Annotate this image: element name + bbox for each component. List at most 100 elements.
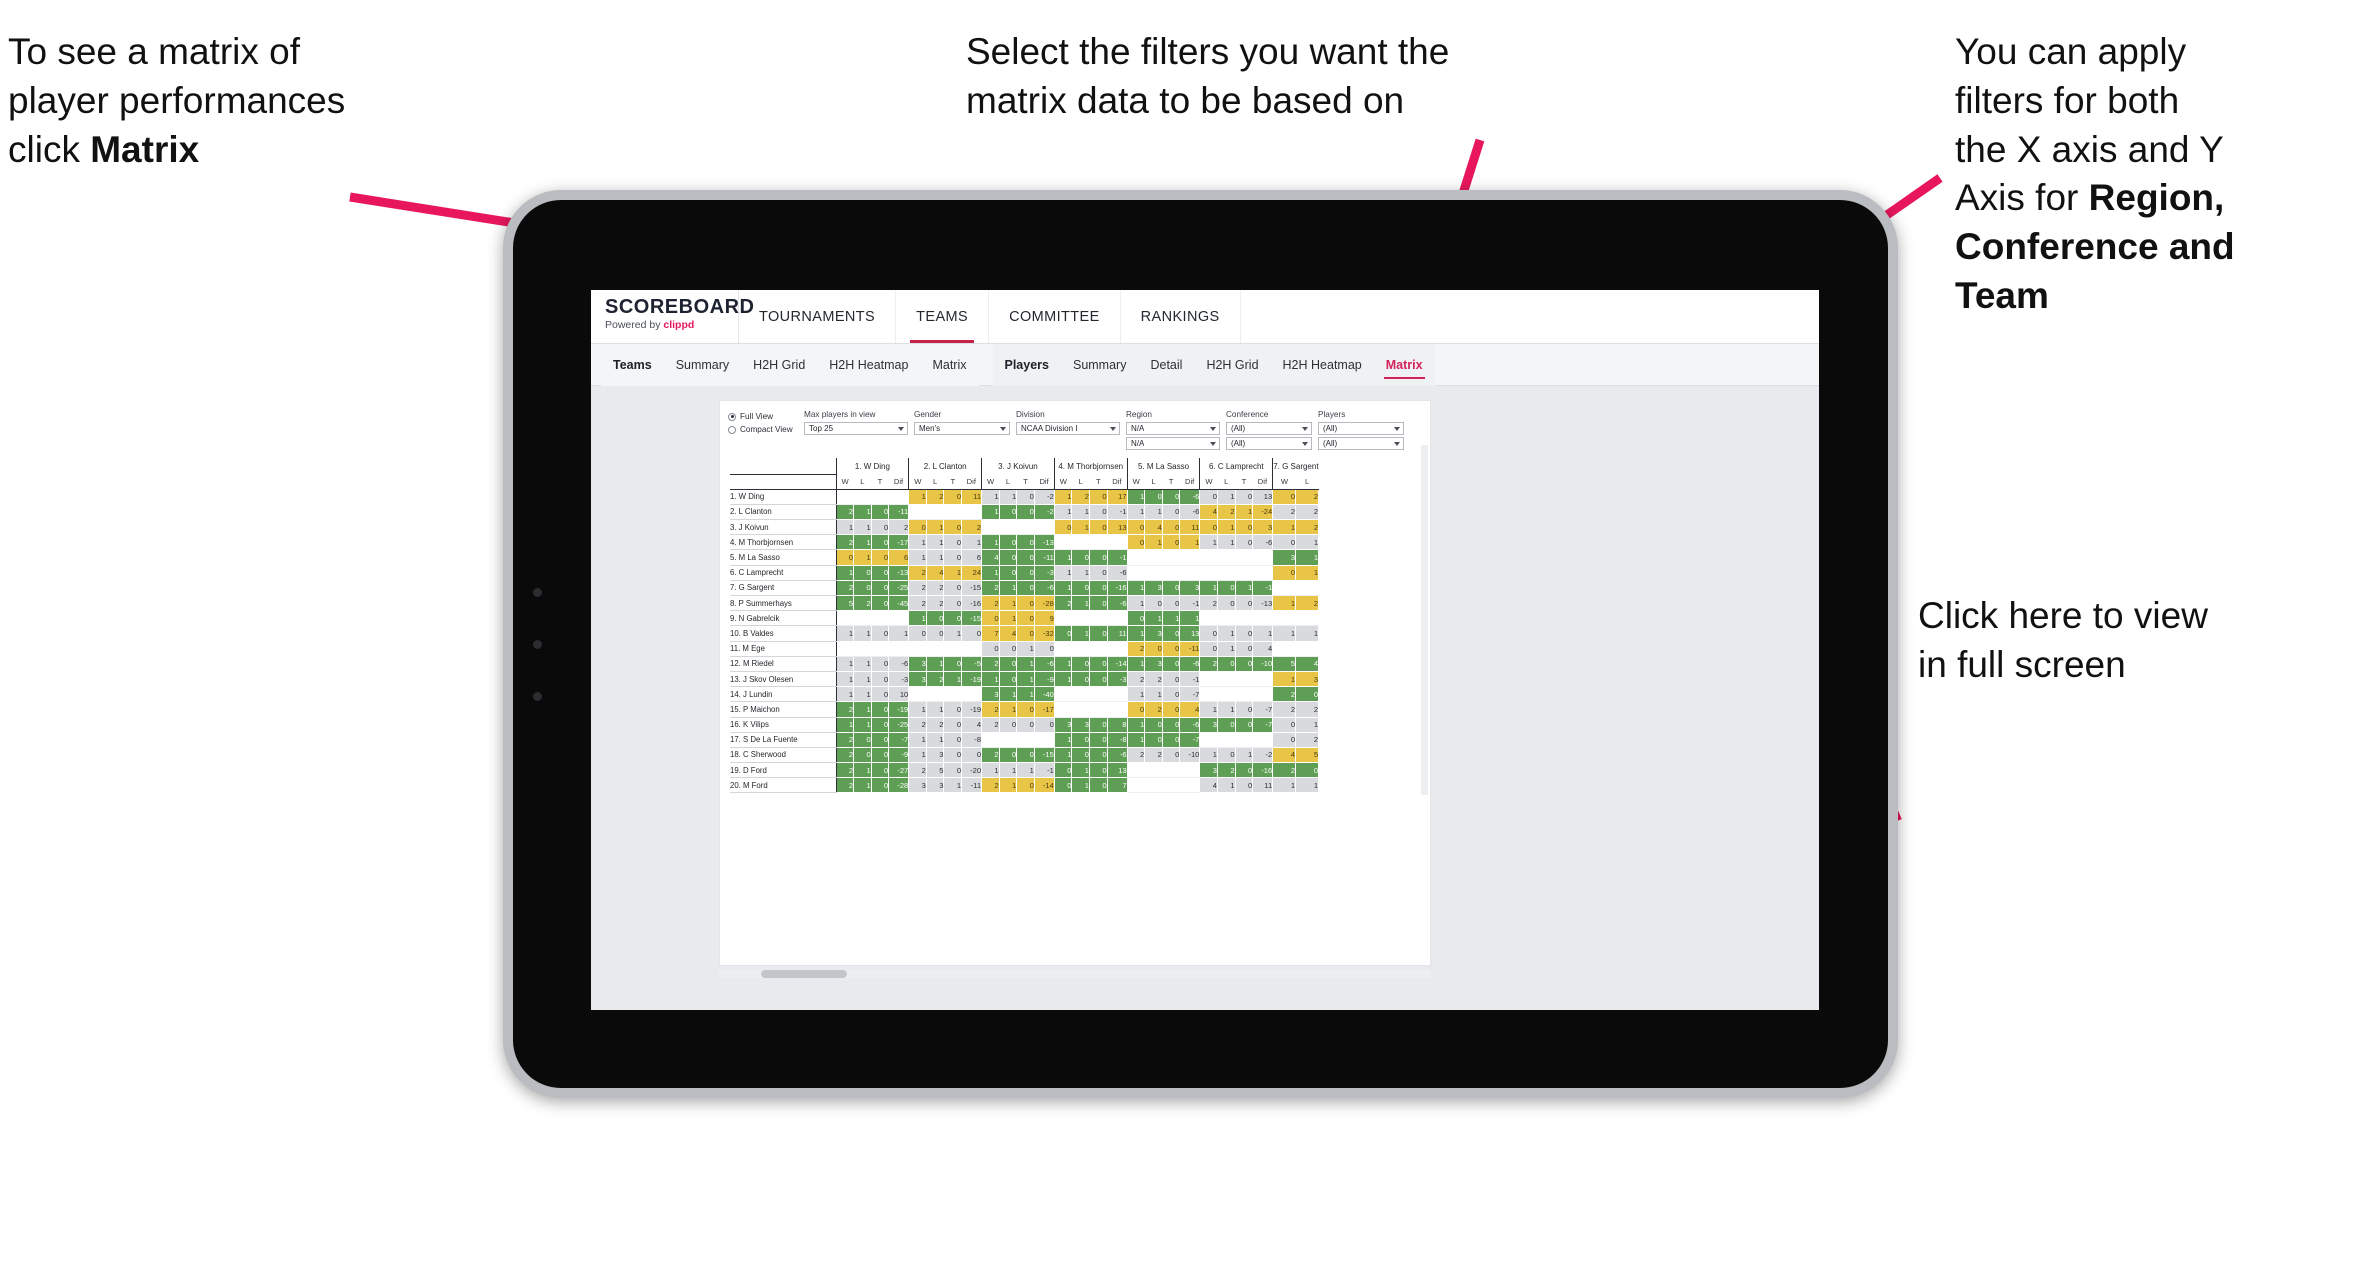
matrix-cell[interactable] xyxy=(1235,549,1254,566)
matrix-cell[interactable]: 0 xyxy=(1089,549,1108,566)
matrix-cell[interactable]: 1 xyxy=(1295,717,1320,733)
matrix-cell[interactable] xyxy=(1071,641,1091,657)
matrix-col-header[interactable]: 5. M La Sasso xyxy=(1126,458,1200,474)
matrix-cell[interactable]: 0 xyxy=(871,549,890,566)
matrix-cell[interactable]: 0 xyxy=(1016,777,1035,794)
matrix-cell[interactable]: 0 xyxy=(1016,717,1035,733)
matrix-cell[interactable]: 2 xyxy=(981,701,1000,718)
matrix-cell[interactable] xyxy=(1089,534,1108,551)
matrix-cell[interactable]: 0 xyxy=(1235,519,1254,536)
matrix-cell[interactable]: 5 xyxy=(1295,747,1320,764)
matrix-cell[interactable]: 13 xyxy=(1179,625,1201,642)
matrix-cell[interactable]: 1 xyxy=(999,686,1018,703)
matrix-cell[interactable]: 0 xyxy=(943,732,963,748)
topnav-rankings[interactable]: RANKINGS xyxy=(1121,290,1241,343)
matrix-cell[interactable]: -17 xyxy=(1034,701,1055,718)
matrix-cell[interactable]: 2 xyxy=(1126,747,1146,764)
matrix-cell[interactable]: 0 xyxy=(1089,656,1108,672)
matrix-cell[interactable] xyxy=(1199,565,1218,581)
matrix-cell[interactable]: 2 xyxy=(961,519,983,536)
matrix-cell[interactable]: 2 xyxy=(888,519,910,536)
matrix-cell[interactable]: 1 xyxy=(1126,625,1146,642)
horizontal-scrollbar[interactable] xyxy=(719,970,1431,978)
matrix-cell[interactable]: 17 xyxy=(1107,489,1128,505)
matrix-cell[interactable] xyxy=(1162,565,1181,581)
matrix-cell[interactable]: 1 xyxy=(835,565,855,581)
matrix-cell[interactable]: 1 xyxy=(1217,641,1236,657)
brand-logo[interactable]: SCOREBOARD Powered by clippd xyxy=(591,290,754,343)
matrix-cell[interactable]: 0 xyxy=(1016,504,1035,521)
matrix-cell[interactable]: -6 xyxy=(1179,504,1201,521)
matrix-cell[interactable] xyxy=(943,504,963,521)
matrix-cell[interactable]: 2 xyxy=(1295,519,1320,536)
matrix-cell[interactable]: 0 xyxy=(871,565,890,581)
subnav-teams-h2h-grid[interactable]: H2H Grid xyxy=(741,344,817,386)
matrix-cell[interactable]: 0 xyxy=(943,534,963,551)
matrix-cell[interactable]: 2 xyxy=(835,534,855,551)
matrix-cell[interactable] xyxy=(1252,565,1274,581)
matrix-cell[interactable] xyxy=(835,610,855,627)
matrix-cell[interactable] xyxy=(853,489,872,505)
matrix-cell[interactable]: 1 xyxy=(1016,762,1035,779)
matrix-cell[interactable]: 2 xyxy=(1126,671,1146,688)
matrix-cell[interactable] xyxy=(908,504,927,521)
matrix-cell[interactable]: 11 xyxy=(1179,519,1201,536)
matrix-col-header[interactable]: 6. C Lamprecht xyxy=(1199,458,1273,474)
matrix-cell[interactable]: 0 xyxy=(871,656,890,672)
matrix-cell[interactable] xyxy=(1199,671,1218,688)
matrix-cell[interactable] xyxy=(1179,565,1201,581)
matrix-cell[interactable]: 0 xyxy=(1144,489,1163,505)
matrix-cell[interactable]: -19 xyxy=(888,701,910,718)
matrix-cell[interactable] xyxy=(1179,777,1201,794)
matrix-cell[interactable] xyxy=(1053,701,1073,718)
matrix-cell[interactable]: 2 xyxy=(908,762,927,779)
matrix-cell[interactable]: 2 xyxy=(981,656,1000,672)
matrix-cell[interactable]: 2 xyxy=(1295,489,1320,505)
matrix-row-label[interactable]: 11. M Ege xyxy=(730,641,837,657)
matrix-cell[interactable]: 1 xyxy=(1071,595,1091,612)
matrix-cell[interactable]: 2 xyxy=(1199,595,1218,612)
matrix-cell[interactable]: 0 xyxy=(1016,565,1035,581)
matrix-cell[interactable] xyxy=(1107,534,1128,551)
matrix-cell[interactable]: 1 xyxy=(1071,519,1091,536)
matrix-cell[interactable]: -6 xyxy=(1252,534,1274,551)
subnav-teams-h2h-heatmap[interactable]: H2H Heatmap xyxy=(817,344,920,386)
matrix-cell[interactable]: -32 xyxy=(1034,625,1055,642)
matrix-cell[interactable]: 3 xyxy=(1144,580,1163,597)
matrix-cell[interactable]: 0 xyxy=(943,580,963,597)
matrix-cell[interactable]: 1 xyxy=(1016,671,1035,688)
matrix-cell[interactable]: -6 xyxy=(1034,580,1055,597)
matrix-cell[interactable]: 1 xyxy=(908,549,927,566)
matrix-cell[interactable]: 2 xyxy=(1295,732,1320,748)
matrix-cell[interactable]: 2 xyxy=(926,717,945,733)
conference-select-y[interactable]: (All) xyxy=(1226,437,1312,450)
matrix-cell[interactable]: 1 xyxy=(1144,534,1163,551)
matrix-cell[interactable] xyxy=(943,641,963,657)
matrix-cell[interactable] xyxy=(1199,732,1218,748)
matrix-cell[interactable]: 0 xyxy=(943,489,963,505)
matrix-cell[interactable] xyxy=(1071,686,1091,703)
matrix-cell[interactable]: 1 xyxy=(943,671,963,688)
matrix-cell[interactable]: 2 xyxy=(835,777,855,794)
matrix-cell[interactable]: 1 xyxy=(1295,534,1320,551)
matrix-row-label[interactable]: 12. M Riedel xyxy=(730,656,837,672)
matrix-cell[interactable]: 0 xyxy=(1235,762,1254,779)
matrix-cell[interactable]: 1 xyxy=(1126,504,1146,521)
matrix-cell[interactable]: 0 xyxy=(835,549,855,566)
matrix-cell[interactable]: -6 xyxy=(1179,717,1201,733)
matrix-cell[interactable]: 8 xyxy=(1107,717,1128,733)
matrix-cell[interactable] xyxy=(1217,686,1236,703)
scrollbar-thumb[interactable] xyxy=(761,970,847,978)
matrix-cell[interactable]: 0 xyxy=(1089,595,1108,612)
matrix-cell[interactable] xyxy=(1107,686,1128,703)
matrix-cell[interactable]: 0 xyxy=(999,565,1018,581)
matrix-cell[interactable]: 0 xyxy=(871,595,890,612)
matrix-cell[interactable]: -14 xyxy=(1034,777,1055,794)
matrix-cell[interactable]: 3 xyxy=(1071,717,1091,733)
matrix-cell[interactable]: 0 xyxy=(1016,489,1035,505)
matrix-cell[interactable]: 1 xyxy=(853,519,872,536)
matrix-cell[interactable]: 0 xyxy=(871,671,890,688)
matrix-cell[interactable] xyxy=(1016,732,1035,748)
matrix-cell[interactable]: 0 xyxy=(853,580,872,597)
matrix-cell[interactable]: 2 xyxy=(1199,656,1218,672)
